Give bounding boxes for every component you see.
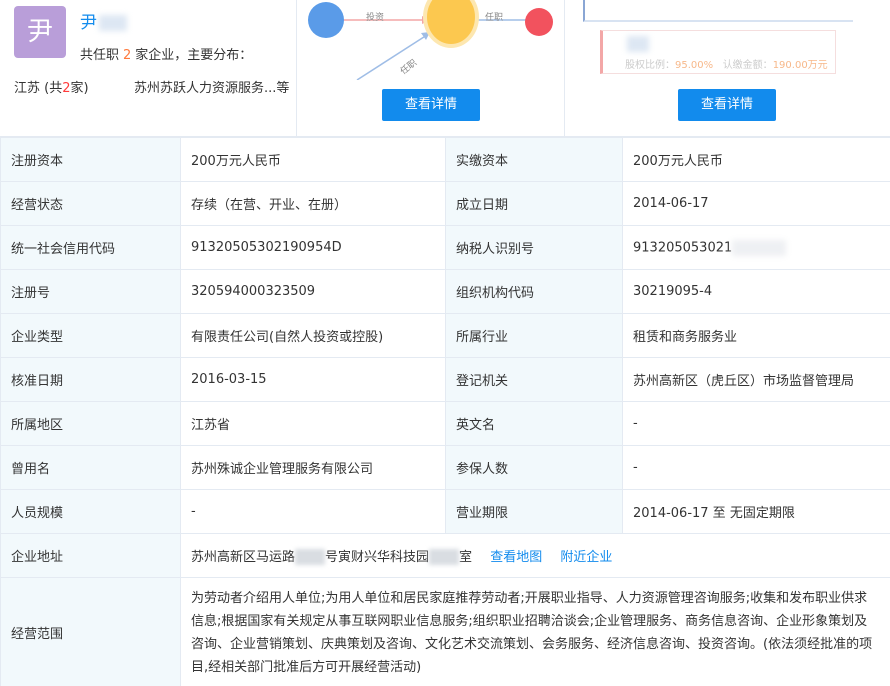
field-value: 200万元人民币	[622, 137, 890, 182]
field-label: 登记机关	[445, 357, 623, 402]
field-value: 江苏省	[180, 401, 446, 446]
graph-node-partner[interactable]	[525, 8, 553, 36]
role-edge-2	[356, 34, 428, 80]
field-label: 注册号	[0, 269, 181, 314]
field-label: 所属地区	[0, 401, 181, 446]
field-value: -	[622, 401, 890, 446]
edge-label-invest: 投资	[366, 13, 385, 23]
view-details-button-1[interactable]: 查看详情	[382, 89, 480, 121]
table-row: 曾用名 苏州殊诚企业管理服务有限公司 参保人数 -	[0, 445, 890, 490]
field-label: 英文名	[445, 401, 623, 446]
nearby-companies-link[interactable]: 附近企业	[560, 550, 612, 565]
field-value: 苏州高新区（虎丘区）市场监督管理局	[622, 357, 890, 402]
field-value: 30219095-4	[622, 269, 890, 314]
address-label: 企业地址	[0, 533, 181, 578]
field-value: 320594000323509	[180, 269, 446, 314]
field-value: 200万元人民币	[180, 137, 446, 182]
person-avatar: 尹	[14, 6, 66, 58]
field-label: 营业期限	[445, 489, 623, 534]
field-value: 2014-06-17 至 无固定期限	[622, 489, 890, 534]
table-row: 注册资本 200万元人民币 实缴资本 200万元人民币	[0, 137, 890, 182]
person-card: 尹 尹 共任职 2 家企业，主要分布： 江苏 (共2家) 苏州苏跃人力资源服务...…	[0, 0, 297, 137]
shareholder-name-mask	[625, 36, 649, 52]
field-label: 参保人数	[445, 445, 623, 490]
region-info: 江苏 (共2家)	[14, 81, 89, 96]
shareholding-card: 股权比例：95.00% 认缴金额：190.00万元 查看详情	[565, 0, 890, 137]
table-row: 注册号 320594000323509 组织机构代码 30219095-4	[0, 269, 890, 314]
shareholder-ratio: 股权比例：95.00% 认缴金额：190.00万元	[625, 60, 828, 71]
graph-node-person[interactable]	[308, 2, 344, 38]
view-details-button-2[interactable]: 查看详情	[678, 89, 776, 121]
relation-graph-card: 投资 任职 任职 查看详情	[297, 0, 565, 137]
field-label: 实缴资本	[445, 137, 623, 182]
structure-frame	[583, 0, 853, 22]
table-row: 人员规模 - 营业期限 2014-06-17 至 无固定期限	[0, 489, 890, 534]
table-row: 经营状态 存续（在营、开业、在册） 成立日期 2014-06-17	[0, 181, 890, 226]
field-label: 组织机构代码	[445, 269, 623, 314]
field-value: -	[180, 489, 446, 534]
scope-value: 为劳动者介绍用人单位;为用人单位和居民家庭推荐劳动者;开展职业指导、人力资源管理…	[180, 577, 890, 686]
field-label: 曾用名	[0, 445, 181, 490]
top-cards: 尹 尹 共任职 2 家企业，主要分布： 江苏 (共2家) 苏州苏跃人力资源服务...…	[0, 0, 890, 137]
field-value: 2016-03-15	[180, 357, 446, 402]
address-mask-1	[295, 549, 326, 566]
field-label: 统一社会信用代码	[0, 225, 181, 270]
field-label: 成立日期	[445, 181, 623, 226]
edge-label-role: 任职	[485, 13, 504, 23]
field-label: 所属行业	[445, 313, 623, 358]
scope-label: 经营范围	[0, 577, 181, 686]
field-label: 经营状态	[0, 181, 181, 226]
view-map-link[interactable]: 查看地图	[490, 550, 542, 565]
field-value: 91320505302190954D	[180, 225, 446, 270]
field-label: 纳税人识别号	[445, 225, 623, 270]
person-summary: 共任职 2 家企业，主要分布：	[80, 48, 253, 63]
field-value: -	[622, 445, 890, 490]
field-value: 913205053021	[622, 225, 890, 270]
person-name[interactable]: 尹	[80, 8, 127, 33]
field-value: 存续（在营、开业、在册）	[180, 181, 446, 226]
field-label: 人员规模	[0, 489, 181, 534]
table-row: 企业类型 有限责任公司(自然人投资或控股) 所属行业 租赁和商务服务业	[0, 313, 890, 358]
table-row: 所属地区 江苏省 英文名 -	[0, 401, 890, 446]
field-value: 租赁和商务服务业	[622, 313, 890, 358]
field-value: 苏州殊诚企业管理服务有限公司	[180, 445, 446, 490]
company-count: 2	[123, 48, 132, 63]
field-label: 核准日期	[0, 357, 181, 402]
scope-row: 经营范围 为劳动者介绍用人单位;为用人单位和居民家庭推荐劳动者;开展职业指导、人…	[0, 577, 890, 686]
taxid-mask	[732, 239, 787, 256]
region-company[interactable]: 苏州苏跃人力资源服务...等	[134, 77, 289, 96]
table-row: 核准日期 2016-03-15 登记机关 苏州高新区（虎丘区）市场监督管理局	[0, 357, 890, 402]
field-value: 有限责任公司(自然人投资或控股)	[180, 313, 446, 358]
field-label: 企业类型	[0, 313, 181, 358]
field-label: 注册资本	[0, 137, 181, 182]
business-info-table: 注册资本 200万元人民币 实缴资本 200万元人民币 经营状态 存续（在营、开…	[0, 137, 890, 686]
table-row: 统一社会信用代码 91320505302190954D 纳税人识别号 91320…	[0, 225, 890, 270]
name-mask	[99, 15, 127, 31]
address-mask-2	[429, 549, 460, 566]
address-row: 企业地址 苏州高新区马运路 号寅财兴华科技园室 查看地图 附近企业	[0, 533, 890, 578]
address-value: 苏州高新区马运路 号寅财兴华科技园室 查看地图 附近企业	[180, 533, 890, 578]
field-value: 2014-06-17	[622, 181, 890, 226]
